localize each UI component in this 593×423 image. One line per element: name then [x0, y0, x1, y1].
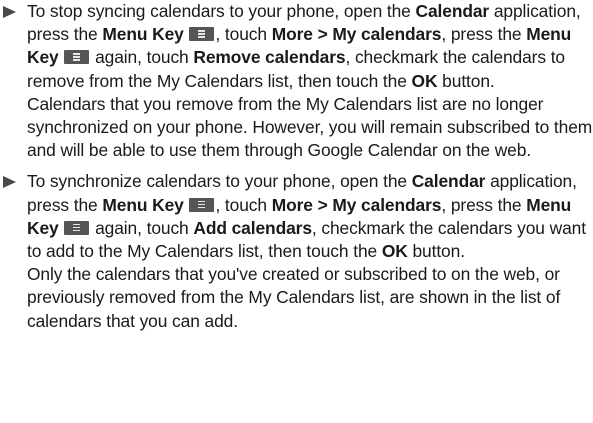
- step-note: Calendars that you remove from the My Ca…: [27, 93, 593, 161]
- menu-key-icon: [64, 220, 90, 235]
- step-note: Only the calendars that you've created o…: [27, 264, 561, 331]
- instruction-step: To stop syncing calendars to your phone,…: [27, 0, 593, 93]
- step-text: To synchronize calendars to your phone, …: [27, 171, 586, 262]
- menu-key-icon: [189, 27, 215, 42]
- menu-key-icon: [189, 197, 215, 212]
- step-text: To stop syncing calendars to your phone,…: [27, 1, 581, 91]
- list-item: To stop syncing calendars to your phone,…: [0, 0, 593, 162]
- list-item: To synchronize calendars to your phone, …: [0, 170, 593, 332]
- menu-key-icon: [64, 50, 90, 65]
- instruction-list: To stop syncing calendars to your phone,…: [0, 0, 593, 333]
- instruction-step: To synchronize calendars to your phone, …: [27, 170, 593, 263]
